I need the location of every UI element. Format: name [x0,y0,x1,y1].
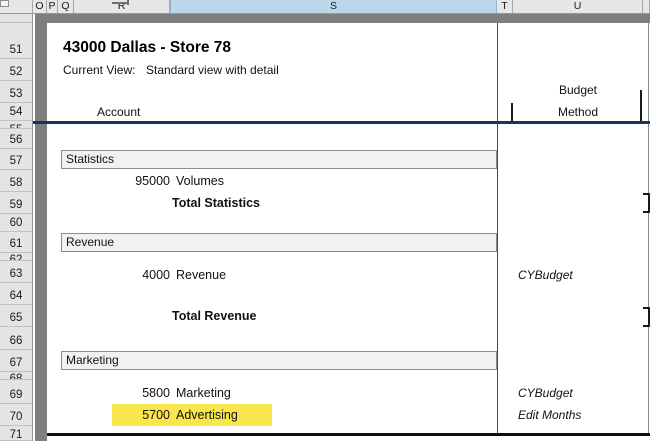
report-frame-top [35,14,650,23]
total-label: Total Statistics [172,196,260,211]
column-header-P[interactable]: P [47,0,58,13]
row-header-57[interactable]: 57 [0,149,32,170]
row-header-68[interactable]: 68 [0,372,32,380]
report-bottom-border [47,433,650,436]
right-edge-gridline [648,23,649,436]
account-code-cell: 95000 [108,174,170,189]
current-view-label[interactable]: Current View: [63,63,135,78]
column-header-S-selected[interactable]: S [170,0,497,13]
section-header-revenue[interactable]: Revenue [61,233,497,252]
row-header-56[interactable]: 56 [0,129,32,149]
report-title[interactable]: 43000 Dallas - Store 78 [63,40,231,56]
section-label: Statistics [66,152,114,166]
account-name-cell: Advertising [176,408,238,423]
budget-method-cell[interactable]: Edit Months [518,408,581,423]
total-row-revenue[interactable]: Total Revenue [0,309,650,324]
row-header-53[interactable]: 53 [0,81,32,103]
account-name-cell: Volumes [176,174,224,189]
section-label: Revenue [66,235,114,249]
namebox-fragment-artifact [0,0,9,7]
budget-method-header-line2[interactable]: Method [513,105,643,120]
account-code-cell: 5700 [108,408,170,423]
row-header-61[interactable]: 61 [0,232,32,253]
row-header-60[interactable]: 60 [0,214,32,232]
section-header-statistics[interactable]: Statistics [61,150,497,169]
account-row-advertising[interactable]: 5700 Advertising Edit Months [0,408,650,423]
column-header-T[interactable]: T [497,0,513,13]
column-T-gridline [497,23,498,436]
row-header-51[interactable]: 51 [0,23,32,59]
spreadsheet-stage: O P Q R S T U 50515253545556575859606162… [0,0,650,441]
account-column-header[interactable]: Account [97,105,140,120]
row-header-50[interactable]: 50 [0,14,32,23]
total-label: Total Revenue [172,309,257,324]
row-header-54[interactable]: 54 [0,103,32,121]
column-header-U[interactable]: U [513,0,643,13]
account-name-cell: Marketing [176,386,231,401]
column-header-row: O P Q R S T U [0,0,650,14]
row-header-52[interactable]: 52 [0,59,32,81]
column-R-artifact-tick [127,0,129,5]
report-frame-left [35,14,47,441]
account-row-volumes[interactable]: 95000 Volumes [0,174,650,189]
row-header-gutter: 5051525354555657585960616263646566676869… [0,14,33,441]
row-header-66[interactable]: 66 [0,327,32,350]
account-row-marketing[interactable]: 5800 Marketing CYBudget [0,386,650,401]
budget-method-header-line1[interactable]: Budget [513,83,643,98]
account-name-cell: Revenue [176,268,226,283]
row-header-64[interactable]: 64 [0,283,32,305]
column-header-V-sliver [643,0,650,13]
row-header-67[interactable]: 67 [0,350,32,372]
row-header-62[interactable]: 62 [0,253,32,261]
section-label: Marketing [66,353,119,367]
column-header-O[interactable]: O [33,0,47,13]
budget-method-cell[interactable]: CYBudget [518,386,573,401]
current-view-value: Standard view with detail [146,63,279,78]
freeze-line [33,121,650,124]
account-code-cell: 4000 [108,268,170,283]
column-header-Q[interactable]: Q [58,0,74,13]
account-row-revenue[interactable]: 4000 Revenue CYBudget [0,268,650,283]
section-header-marketing[interactable]: Marketing [61,351,497,370]
account-code-cell: 5800 [108,386,170,401]
row-header-71[interactable]: 71 [0,426,32,441]
budget-method-cell[interactable]: CYBudget [518,268,573,283]
total-row-statistics[interactable]: Total Statistics [0,196,650,211]
